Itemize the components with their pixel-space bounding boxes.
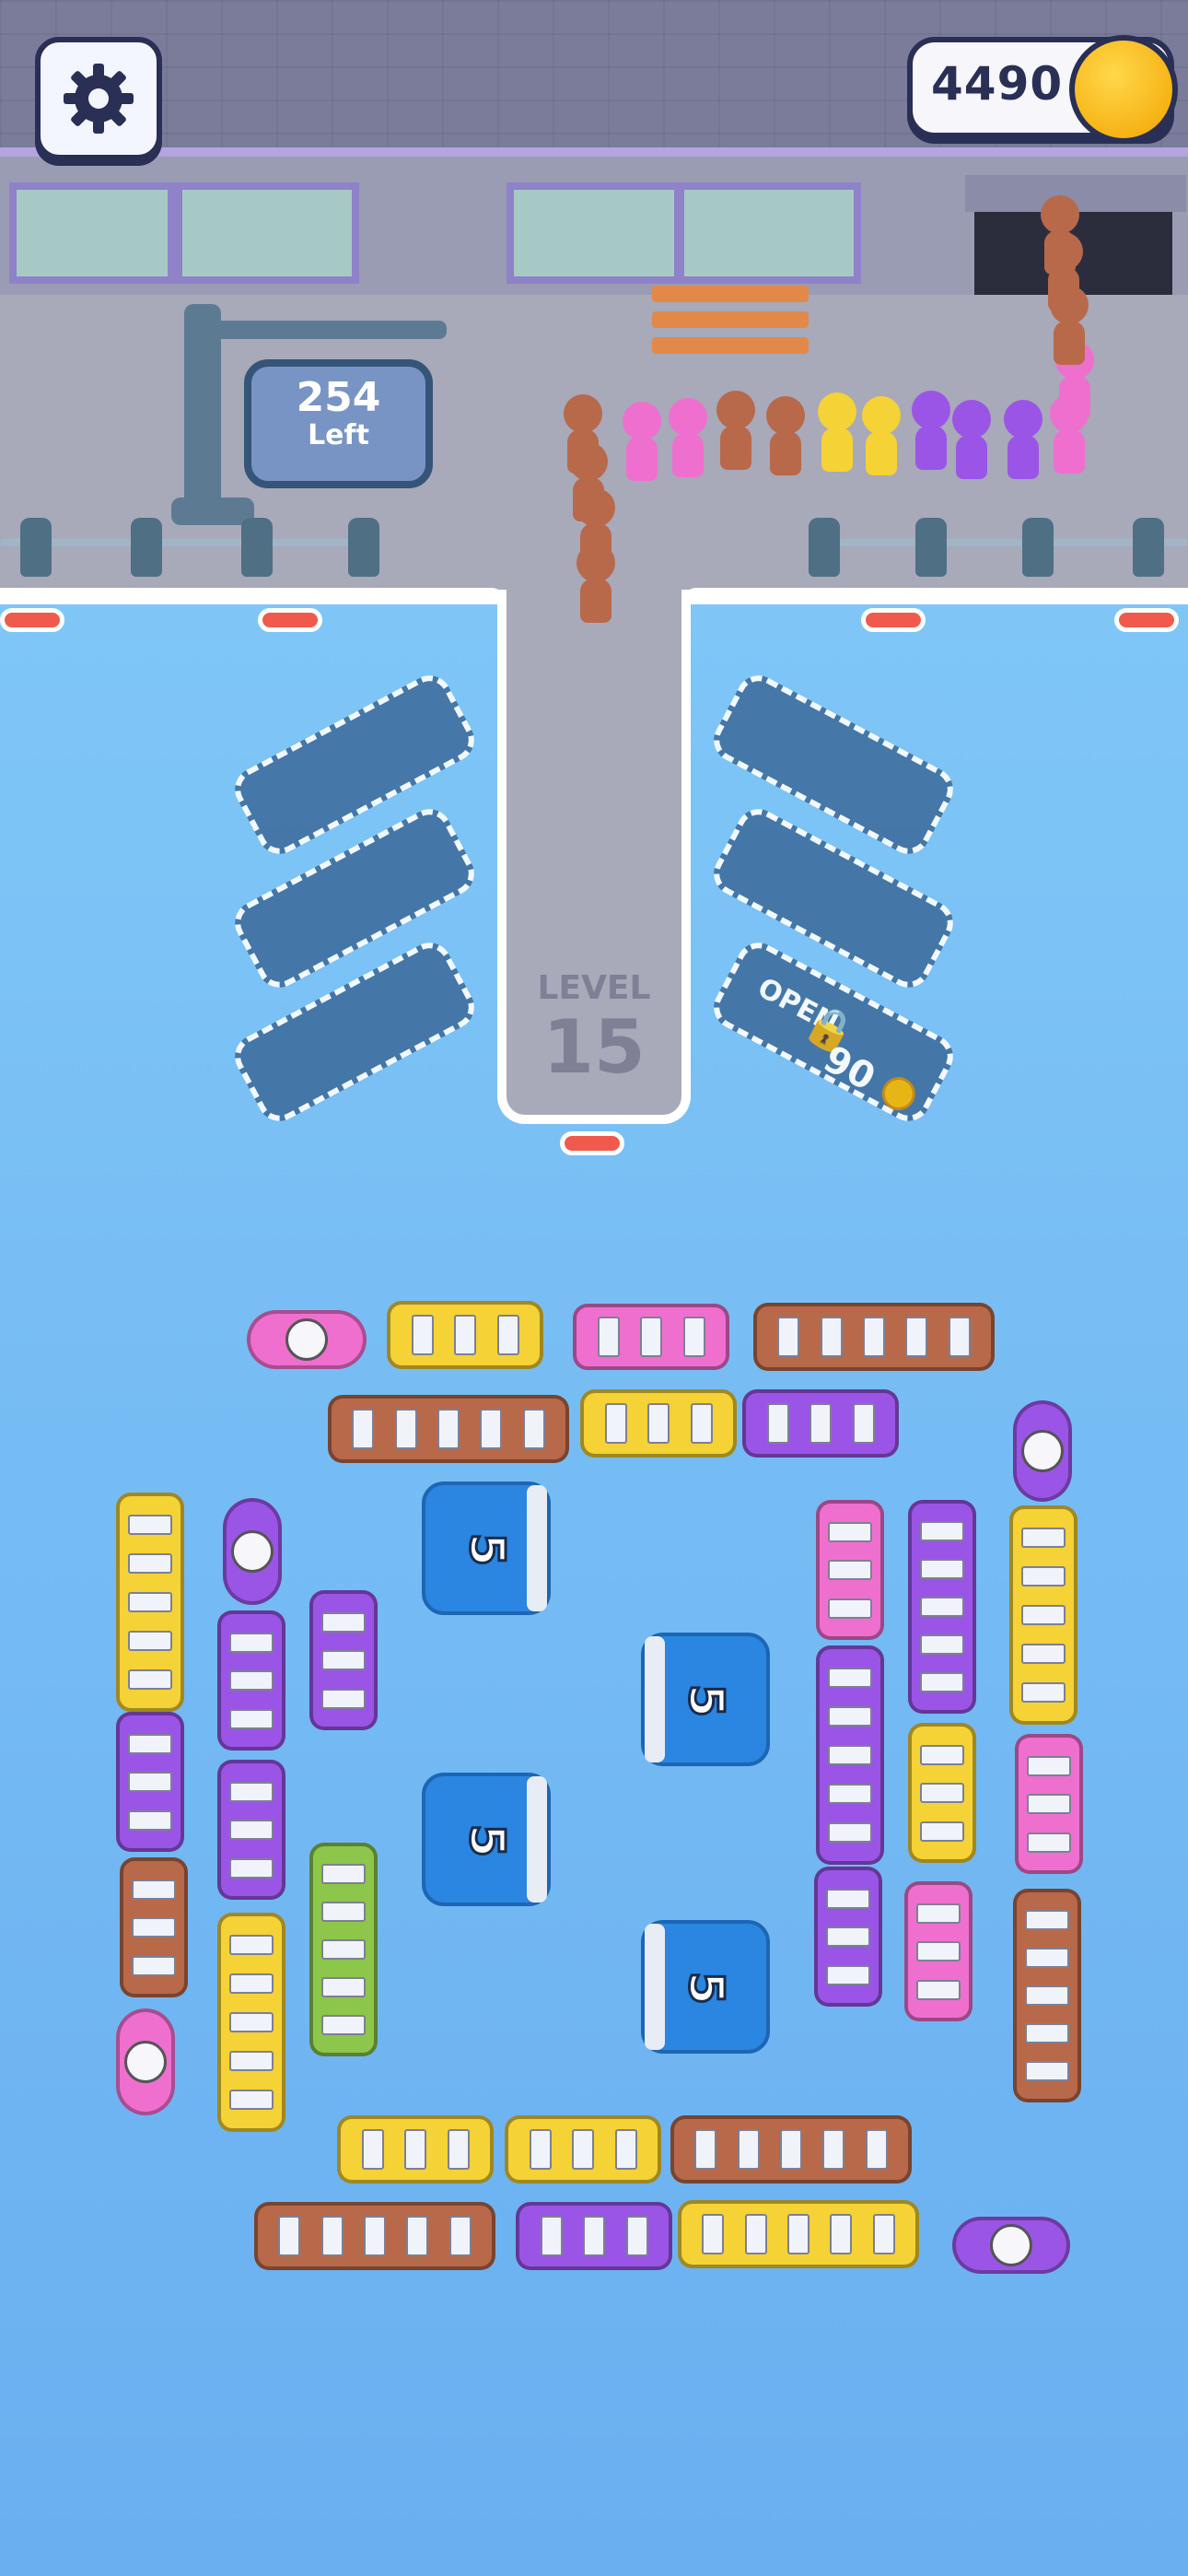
bollard [131, 518, 162, 577]
jet-ski-purple[interactable] [1013, 1400, 1072, 1502]
bench [652, 311, 809, 328]
passenger-yellow [818, 392, 856, 472]
bench [652, 286, 809, 302]
passenger-purple [1004, 400, 1042, 479]
passenger-purple [912, 391, 950, 470]
boat-yellow[interactable] [116, 1493, 184, 1712]
jet-ski-pink[interactable] [116, 2008, 175, 2115]
dock-edge [683, 588, 1188, 604]
boat-yellow[interactable] [1009, 1505, 1077, 1725]
boat-pink[interactable] [904, 1881, 973, 2021]
life-buoy [1114, 608, 1179, 632]
passenger-yellow [862, 396, 901, 475]
boat-pink[interactable] [816, 1500, 884, 1640]
remaining-count: 254 [296, 374, 381, 421]
bench [652, 337, 809, 354]
boat-yellow[interactable] [217, 1913, 285, 2132]
coin-counter: 4490 [907, 35, 1178, 144]
boat-pad[interactable]: 5 [641, 1633, 770, 1766]
chain [810, 539, 1188, 546]
passenger-brown [766, 396, 805, 475]
sign-arm [198, 321, 447, 339]
pad-count: 5 [677, 1682, 735, 1718]
bollard [915, 518, 947, 577]
dock-edge [0, 588, 505, 604]
bollard [20, 518, 52, 577]
chain [0, 539, 368, 546]
boat-yellow[interactable] [337, 2115, 494, 2184]
coin-icon [876, 1071, 922, 1117]
sign-base [171, 498, 254, 525]
passenger-brown [577, 544, 615, 623]
passenger-brown [716, 391, 755, 470]
boat-pad[interactable]: 5 [422, 1773, 551, 1906]
boat-brown[interactable] [1013, 1889, 1081, 2102]
boat-pink[interactable] [1015, 1734, 1083, 1874]
coin-amount: 4490 [931, 57, 1064, 111]
pad-count: 5 [677, 1970, 735, 2006]
boat-purple[interactable] [816, 1645, 884, 1865]
passenger-brown [1041, 195, 1079, 275]
boat-pink[interactable] [573, 1304, 729, 1370]
boat-brown[interactable] [670, 2115, 912, 2184]
level-label: LEVEL [537, 969, 651, 1007]
boat-yellow[interactable] [505, 2115, 661, 2184]
sign-post [184, 304, 221, 516]
boat-yellow[interactable] [908, 1723, 976, 1863]
jet-ski-purple[interactable] [223, 1498, 282, 1605]
gear-icon [64, 64, 134, 134]
coin-icon [1069, 35, 1178, 144]
passenger-pink [669, 398, 707, 477]
boat-pad[interactable]: 5 [422, 1481, 551, 1615]
passenger-pink [623, 402, 661, 481]
bollard [1133, 518, 1164, 577]
life-buoy [0, 608, 64, 632]
boat-purple[interactable] [217, 1610, 285, 1751]
boat-brown[interactable] [753, 1303, 995, 1371]
boat-purple[interactable] [217, 1760, 285, 1900]
bollard [348, 518, 379, 577]
boat-purple[interactable] [742, 1389, 899, 1458]
boat-purple[interactable] [908, 1500, 976, 1714]
remaining-passengers-sign: 254 Left [244, 359, 433, 488]
boat-yellow[interactable] [387, 1301, 543, 1369]
pad-count: 5 [458, 1822, 516, 1858]
jet-ski-purple[interactable] [952, 2217, 1070, 2274]
pad-count: 5 [458, 1531, 516, 1567]
boat-purple[interactable] [814, 1867, 882, 2007]
boat-yellow[interactable] [580, 1389, 737, 1458]
bollard [809, 518, 840, 577]
settings-button[interactable] [35, 37, 162, 160]
bollard [241, 518, 273, 577]
remaining-label: Left [308, 419, 369, 451]
boat-pad[interactable]: 5 [641, 1920, 770, 2054]
boat-purple[interactable] [309, 1590, 378, 1730]
boat-green[interactable] [309, 1843, 378, 2056]
life-buoy [560, 1131, 624, 1155]
boat-yellow[interactable] [678, 2200, 919, 2268]
boat-purple[interactable] [116, 1712, 184, 1852]
passenger-purple [952, 400, 991, 479]
boat-brown[interactable] [120, 1857, 188, 1997]
boat-brown[interactable] [254, 2202, 495, 2270]
bollard [1022, 518, 1054, 577]
life-buoy [258, 608, 322, 632]
boat-brown[interactable] [328, 1395, 569, 1463]
jet-ski-pink[interactable] [247, 1310, 367, 1369]
level-number: 15 [542, 1004, 646, 1090]
life-buoy [861, 608, 926, 632]
boat-purple[interactable] [516, 2202, 672, 2270]
